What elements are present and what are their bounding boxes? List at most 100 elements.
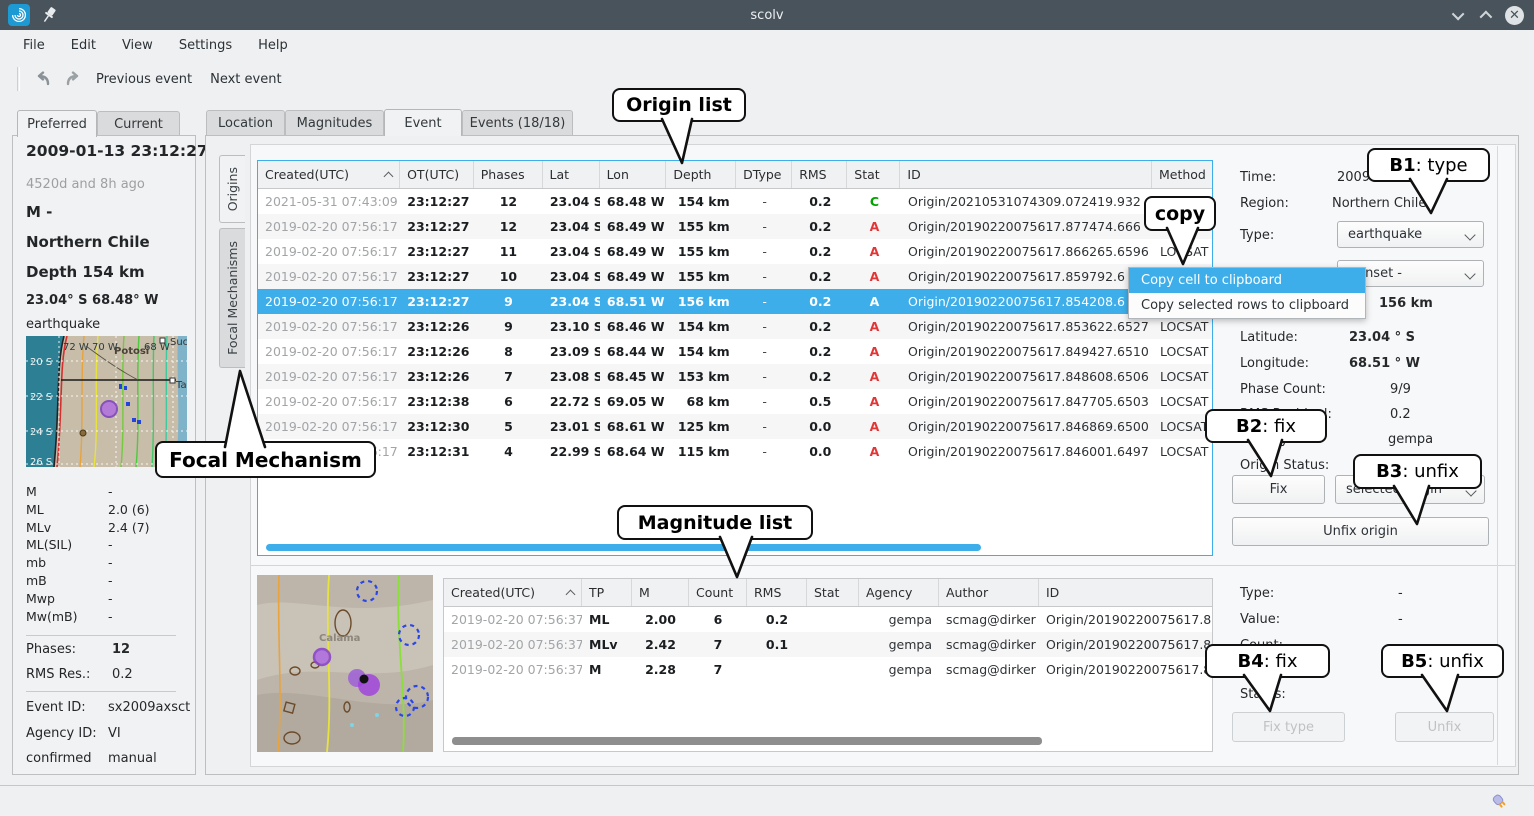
tab-event[interactable]: Event: [384, 109, 462, 136]
unfix-origin-button[interactable]: Unfix origin: [1232, 517, 1489, 546]
col-stat[interactable]: Stat: [847, 161, 900, 188]
col-created[interactable]: Created(UTC): [258, 161, 400, 188]
col-phases[interactable]: Phases: [474, 161, 543, 188]
origin-table-row[interactable]: 2019-02-20 07:56:17 23:12:26 8 23.09 S 6…: [258, 339, 1212, 364]
magnitude-table-header: Created(UTC) TP M Count RMS Stat Agency …: [444, 579, 1212, 607]
col-depth[interactable]: Depth: [666, 161, 736, 188]
col-rms[interactable]: RMS: [792, 161, 847, 188]
rms-value: 0.2: [112, 667, 133, 682]
origin-table-row[interactable]: 2019-02-20 07:56:17 23:12:27 11 23.04 S …: [258, 239, 1212, 264]
col-mag-author[interactable]: Author: [939, 579, 1039, 606]
menu-settings[interactable]: Settings: [168, 34, 243, 57]
col-mag-agency[interactable]: Agency: [859, 579, 939, 606]
origin-latitude-value: 23.04 ° S: [1349, 330, 1415, 345]
callout-tail: [1391, 486, 1433, 526]
tab-location[interactable]: Location: [206, 110, 285, 136]
origin-table-row[interactable]: 2019-02-20 07:56:17 23:12:38 6 22.72 S 6…: [258, 389, 1212, 414]
origin-table-row[interactable]: 2019-02-20 07:56:17 23:12:31 4 22.99 S 6…: [258, 439, 1212, 464]
magnitude-table-row[interactable]: 2019-02-20 07:56:37 MLv 2.42 7 0.1 gempa…: [444, 632, 1212, 657]
callout-tail: [221, 369, 269, 447]
col-ot[interactable]: OT(UTC): [400, 161, 474, 188]
callout-tail: [1164, 228, 1204, 266]
event-type: earthquake: [26, 317, 100, 332]
vtab-focal-mechanisms[interactable]: Focal Mechanisms: [219, 228, 245, 368]
toolbar-handle[interactable]: [17, 67, 20, 91]
map-lat-label-24s: 24 S: [30, 427, 52, 438]
maximize-icon[interactable]: [1480, 10, 1493, 23]
fix-type-button[interactable]: Fix type: [1232, 712, 1345, 742]
tab-magnitudes[interactable]: Magnitudes: [285, 110, 384, 136]
chevron-down-icon: [1464, 229, 1475, 240]
unfix-button[interactable]: Unfix: [1395, 712, 1494, 742]
connection-plug-icon[interactable]: [1490, 792, 1509, 811]
col-id[interactable]: ID: [900, 161, 1152, 188]
next-event-button[interactable]: Next event: [204, 72, 293, 87]
magnitude-table-row[interactable]: 2019-02-20 07:56:37 M 2.28 7 gempa scmag…: [444, 657, 1212, 682]
menu-item-copy-rows[interactable]: Copy selected rows to clipboard: [1129, 293, 1365, 318]
col-lon[interactable]: Lon: [600, 161, 667, 188]
col-mag-rms[interactable]: RMS: [747, 579, 807, 606]
seiscomp-logo-icon: [11, 7, 27, 23]
event-origin-time: 2009-01-13 23:12:27: [26, 142, 208, 160]
menu-view[interactable]: View: [111, 34, 164, 57]
callout-tail: [717, 537, 757, 579]
origin-table-hscrollbar[interactable]: [266, 544, 981, 551]
col-mag-tp[interactable]: TP: [582, 579, 632, 606]
callout-b2-fix: B2: fix: [1205, 409, 1327, 443]
menu-item-copy-cell[interactable]: Copy cell to clipboard: [1129, 268, 1365, 293]
tab-events[interactable]: Events (18/18): [462, 110, 573, 136]
callout-b1-type: B1: type: [1367, 148, 1490, 182]
previous-event-button[interactable]: Previous event: [90, 72, 204, 87]
origin-phase-count-label: Phase Count:: [1240, 382, 1326, 397]
vtab-origins[interactable]: Origins: [219, 155, 245, 223]
chevron-down-icon: [1464, 268, 1475, 279]
origin-table-row[interactable]: 2019-02-20 07:56:17 23:12:30 5 23.01 S 6…: [258, 414, 1212, 439]
col-mag-stat[interactable]: Stat: [807, 579, 859, 606]
map-place-suc: Suc: [170, 337, 187, 348]
mag-value-value: -: [1398, 612, 1403, 627]
origin-table-row[interactable]: 2021-05-31 07:43:09 23:12:27 12 23.04 S …: [258, 189, 1212, 214]
previous-event-icon[interactable]: [30, 68, 56, 90]
map-place-potosi: Potosi: [114, 346, 149, 357]
fix-button[interactable]: Fix: [1232, 475, 1325, 504]
col-lat[interactable]: Lat: [543, 161, 600, 188]
close-icon[interactable]: ✕: [1505, 6, 1524, 25]
origin-location-map[interactable]: Calama: [257, 575, 433, 752]
map-epicenter-marker: [101, 401, 117, 417]
origin-region-label: Region:: [1240, 196, 1289, 211]
next-event-icon[interactable]: [60, 68, 86, 90]
origin-table-row[interactable]: 2019-02-20 07:56:17 23:12:26 7 23.08 S 6…: [258, 364, 1212, 389]
pin-icon[interactable]: [40, 5, 58, 25]
magnitude-table-row[interactable]: 2019-02-20 07:56:37 ML 2.00 6 0.2 gempa …: [444, 607, 1212, 632]
callout-b3-unfix: B3: unfix: [1353, 454, 1482, 489]
event-age: 4520d and 8h ago: [26, 177, 145, 192]
callout-tail: [1407, 179, 1451, 215]
tab-preferred[interactable]: Preferred: [17, 110, 97, 137]
event-id-value: sx2009axsct: [108, 700, 190, 715]
event-mode: manual: [108, 751, 157, 766]
col-mag-created[interactable]: Created(UTC): [444, 579, 582, 606]
callout-tail: [1245, 440, 1285, 478]
origin-table-row[interactable]: 2019-02-20 07:56:17 23:12:27 12 23.04 S …: [258, 214, 1212, 239]
origin-table-row[interactable]: 2019-02-20 07:56:17 23:12:27 10 23.04 S …: [258, 264, 1212, 289]
menu-help[interactable]: Help: [247, 34, 299, 57]
statusbar: [0, 785, 1534, 816]
event-depth: Depth 154 km: [26, 263, 145, 281]
tab-current[interactable]: Current: [97, 111, 180, 137]
col-dtype[interactable]: DType: [736, 161, 792, 188]
window-title: scolv: [0, 8, 1534, 23]
col-mag-count[interactable]: Count: [689, 579, 747, 606]
menu-edit[interactable]: Edit: [60, 34, 107, 57]
origin-table-row[interactable]: 2019-02-20 07:56:17 23:12:27 9 23.04 S 6…: [258, 289, 1212, 314]
callout-origin-list: Origin list: [612, 88, 746, 122]
col-mag-id[interactable]: ID: [1039, 579, 1212, 606]
col-mag-m[interactable]: M: [632, 579, 689, 606]
sidebar-magnitude-row: Mwp -: [26, 591, 176, 609]
mag-type-value: -: [1398, 586, 1403, 601]
col-method[interactable]: Method: [1152, 161, 1212, 188]
origin-type-combo[interactable]: earthquake: [1337, 221, 1484, 248]
menu-file[interactable]: File: [12, 34, 56, 57]
sidebar-magnitude-row: ML(SIL) -: [26, 537, 176, 555]
magnitude-table-hscrollbar[interactable]: [452, 737, 1042, 745]
origin-table-row[interactable]: 2019-02-20 07:56:17 23:12:26 9 23.10 S 6…: [258, 314, 1212, 339]
